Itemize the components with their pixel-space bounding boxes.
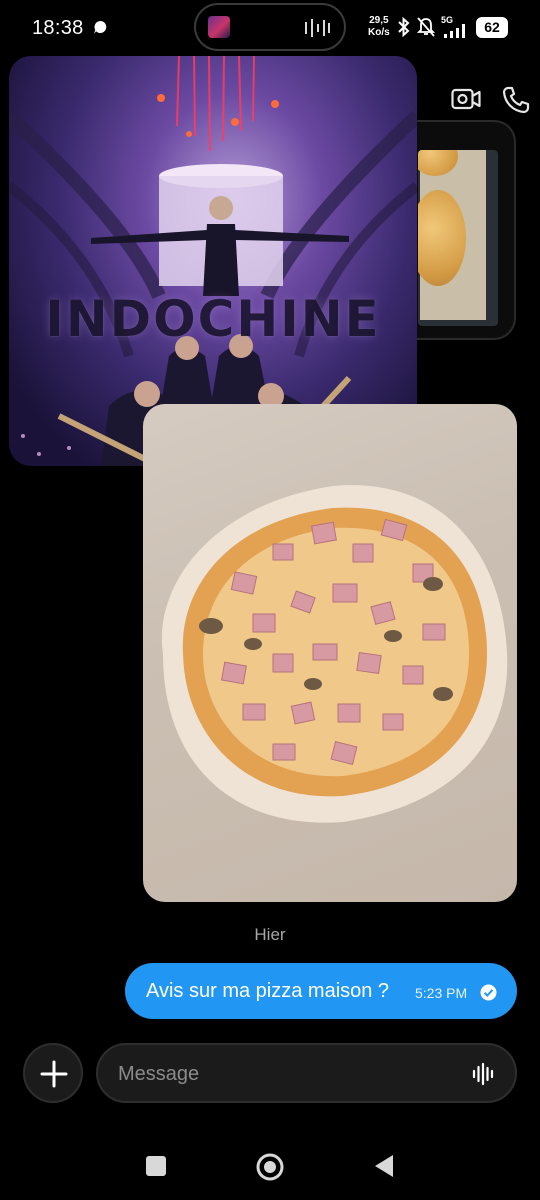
- message-text: Avis sur ma pizza maison ?: [146, 980, 390, 1002]
- phone-call-icon[interactable]: [502, 86, 530, 114]
- message-composer[interactable]: [96, 1043, 517, 1103]
- shared-photo-pizza[interactable]: [143, 404, 517, 902]
- poster-band-title: INDOCHINE: [45, 290, 381, 348]
- network-speed-value: 29,5: [369, 15, 389, 26]
- voice-message-icon[interactable]: [471, 1062, 495, 1086]
- video-call-icon[interactable]: [451, 86, 481, 112]
- network-speed-unit: Ko/s: [368, 27, 390, 38]
- audio-waveform-icon: [305, 19, 330, 37]
- signal-strength-icon: [444, 24, 465, 38]
- add-attachment-button[interactable]: [23, 1043, 83, 1103]
- bell-muted-icon: [417, 17, 435, 37]
- chat-notification-icon: [94, 21, 107, 34]
- recents-square-icon[interactable]: [145, 1155, 167, 1177]
- battery-indicator: 62: [476, 17, 508, 38]
- read-receipt-check-icon: [480, 984, 497, 1001]
- message-time: 5:23 PM: [415, 985, 468, 1001]
- day-separator: Hier: [254, 925, 286, 944]
- message-input[interactable]: [118, 1060, 448, 1088]
- pizza-photo-illustration: [161, 485, 508, 823]
- dynamic-island[interactable]: [194, 3, 346, 51]
- outgoing-message-bubble[interactable]: Avis sur ma pizza maison ? 5:23 PM: [125, 963, 517, 1019]
- bluetooth-icon: [398, 17, 410, 37]
- now-playing-artwork: [208, 16, 230, 38]
- home-circle-icon[interactable]: [255, 1152, 285, 1182]
- plus-icon: [40, 1060, 68, 1088]
- back-triangle-icon[interactable]: [372, 1153, 396, 1179]
- status-time: 18:38: [32, 17, 84, 39]
- status-bar: 18:38 29,5 Ko/s 5G 62: [0, 0, 540, 56]
- baking-tray: [418, 150, 498, 326]
- network-speed: 29,5 Ko/s: [368, 15, 390, 39]
